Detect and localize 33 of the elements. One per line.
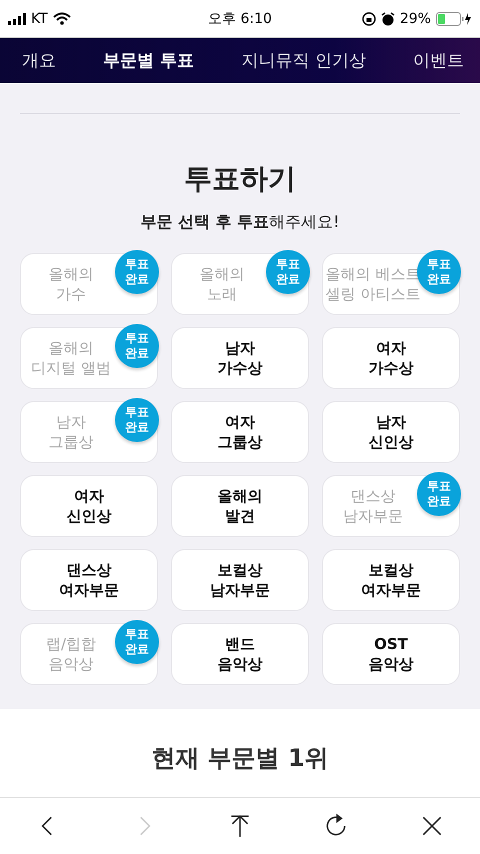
clock: 오후 6:10 [208,10,272,28]
voted-badge: 투표 완료 [266,250,310,294]
battery-percent: 29% [400,10,431,26]
voted-badge: 투표 완료 [417,250,461,294]
category-card[interactable]: OST 음악상 [322,623,460,685]
category-card[interactable]: 남자 가수상 [171,327,309,389]
category-card[interactable]: 댄스상 여자부문 [20,549,158,611]
alarm-icon [380,12,395,26]
rotation-lock-icon [362,12,376,26]
category-card[interactable]: 보컬상 남자부문 [171,549,309,611]
category-card[interactable]: 밴드 음악상 [171,623,309,685]
carrier: KT [31,10,48,26]
category-card[interactable]: 남자 신인상 [322,401,460,463]
battery-icon [436,12,472,26]
section-title: 투표하기 [184,161,296,197]
nav-tab[interactable]: 지니뮤직 인기상 [241,49,366,72]
wifi-icon [52,12,71,25]
signal-icon [8,12,26,24]
nav-tab[interactable]: 개요 [22,49,56,72]
voted-badge: 투표 완료 [115,398,159,442]
section-title: 현재 부문별 1위 [151,743,329,774]
voted-badge: 투표 완료 [115,250,159,294]
category-card[interactable]: 보컬상 여자부문 [322,549,460,611]
voted-badge: 투표 완료 [115,620,159,664]
nav-tab[interactable]: 이벤트 [412,49,464,72]
category-card[interactable]: 여자 가수상 [322,327,460,389]
voted-badge: 투표 완료 [417,472,461,516]
category-card[interactable]: 올해의 발견 [171,475,309,537]
instruction-text: 부문 선택 후 투표해주세요! [140,212,340,233]
voted-badge: 투표 완료 [115,324,159,368]
category-card[interactable]: 여자 신인상 [20,475,158,537]
category-card[interactable]: 여자 그룹상 [171,401,309,463]
nav-tab[interactable]: 부문별 투표 [103,49,194,72]
